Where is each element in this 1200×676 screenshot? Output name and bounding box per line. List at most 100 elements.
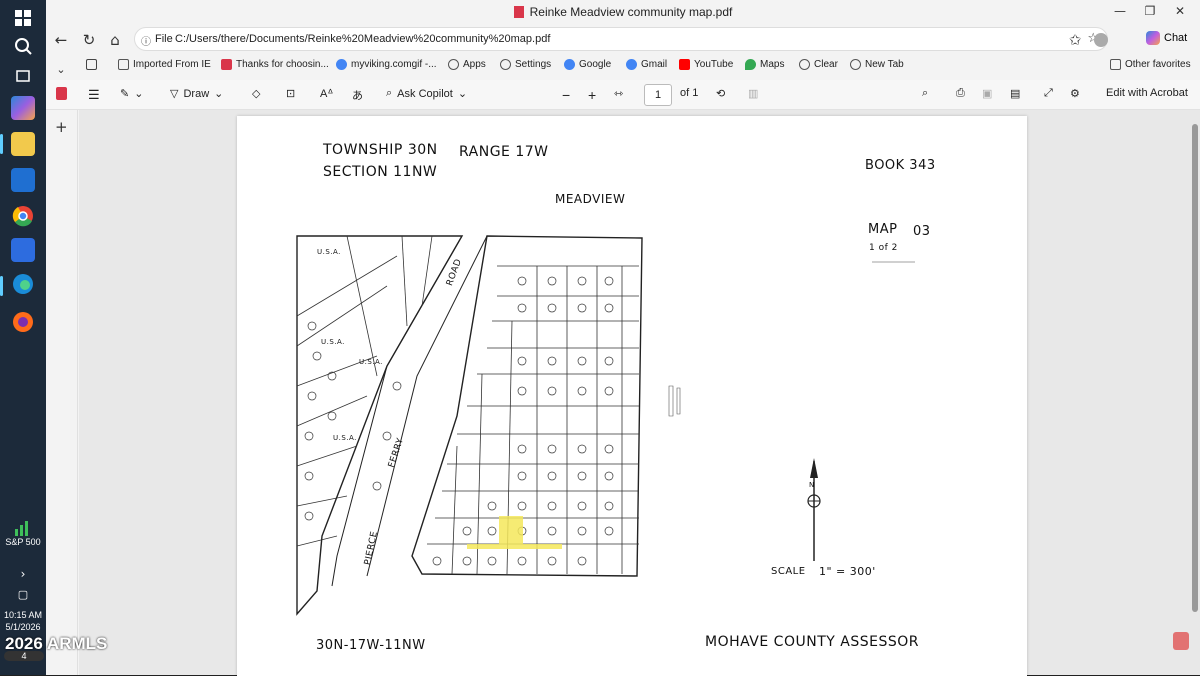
globe-icon (500, 59, 511, 70)
text-box-icon[interactable]: ⊡ (286, 87, 295, 100)
fav-item-settings[interactable]: Settings (500, 59, 551, 70)
parcel-map-drawing (296, 235, 915, 616)
pdf-page: TOWNSHIP 30N RANGE 17W SECTION 11NW BOOK… (237, 116, 1027, 676)
rotate-icon[interactable]: ⟲ (716, 87, 725, 100)
other-favorites[interactable]: Other favorites (1110, 59, 1191, 70)
active-indicator (0, 134, 3, 154)
translate-icon[interactable]: あ (352, 87, 363, 103)
fav-item-youtube[interactable]: YouTube (679, 59, 733, 70)
fullscreen-icon[interactable]: ⤢ (1044, 87, 1053, 100)
fav-label: New Tab (865, 59, 904, 70)
ask-copilot-button[interactable]: ⌕ Ask Copilot ⌄ (386, 87, 467, 100)
profile-avatar-icon[interactable] (1090, 29, 1112, 51)
chrome-icon[interactable] (11, 204, 35, 228)
home-button[interactable]: ⌂ (104, 29, 126, 51)
pdf-side-panel: + (46, 110, 78, 675)
chat-button[interactable]: Chat (1146, 31, 1187, 45)
copilot-icon[interactable] (11, 96, 35, 120)
settings-gear-icon[interactable]: ⚙ (1070, 87, 1080, 100)
close-button[interactable]: ✕ (1170, 4, 1190, 22)
maps-icon (745, 59, 756, 70)
print-icon[interactable]: ⎙ (956, 87, 965, 100)
outlook-icon[interactable] (11, 168, 35, 192)
fav-item-imported-ie[interactable]: Imported From IE (118, 59, 211, 70)
save-icon[interactable]: ▣ (982, 87, 992, 100)
firefox-icon[interactable] (11, 310, 35, 334)
file-explorer-icon[interactable] (11, 132, 35, 156)
eraser-icon[interactable]: ◇ (252, 87, 260, 100)
maximize-button[interactable]: ❐ (1140, 4, 1160, 22)
highlighted-street (467, 544, 562, 549)
fav-label: Gmail (641, 59, 668, 70)
address-bar[interactable]: ⓘ File C:/Users/there/Documents/Reinke%2… (134, 27, 1108, 51)
scale-label: SCALE (771, 566, 806, 577)
pdf-icon[interactable] (56, 87, 67, 100)
clock-date[interactable]: 5/1/2026 (0, 622, 46, 632)
fit-page-icon[interactable]: ⇿ (614, 87, 623, 100)
save-as-icon[interactable]: ▤ (1010, 87, 1020, 100)
window-title-text: Reinke Meadview community map.pdf (529, 5, 733, 19)
draw-tool[interactable]: ▽ Draw ⌄ (170, 87, 223, 101)
fav-label: Apps (463, 59, 486, 70)
folder-icon (118, 59, 129, 70)
add-icon[interactable]: + (55, 118, 68, 136)
fav-label: Google (579, 59, 612, 70)
clock-time[interactable]: 10:15 AM (0, 610, 46, 620)
edge-icon[interactable] (11, 272, 35, 296)
back-button[interactable]: ← (50, 29, 72, 51)
page-view-icon[interactable]: ▥ (748, 87, 758, 100)
favorites-bar: Imported From IE Thanks for choosin... m… (46, 55, 1200, 77)
info-icon[interactable]: ⓘ (141, 33, 151, 48)
other-favorites-label: Other favorites (1125, 59, 1191, 70)
youtube-icon (679, 59, 690, 70)
reading-list-icon[interactable] (86, 59, 97, 70)
sway-icon[interactable] (11, 238, 35, 262)
fav-item-apps[interactable]: Apps (448, 59, 486, 70)
title-bar: Reinke Meadview community map.pdf — ❐ ✕ (46, 0, 1200, 26)
fav-item-thanks[interactable]: Thanks for choosin... (221, 59, 329, 70)
page-number-input[interactable]: 1 (644, 84, 672, 106)
chevron-down-icon: ⌄ (134, 88, 144, 100)
footer-code: 30N-17W-11NW (316, 638, 426, 653)
copilot-chat-icon (1146, 31, 1160, 45)
system-tray-icon[interactable]: ▢ (11, 582, 35, 606)
window-title: Reinke Meadview community map.pdf (46, 5, 1200, 19)
fav-item-new-tab[interactable]: New Tab (850, 59, 904, 70)
read-aloud-icon[interactable]: Aᐞ (320, 87, 333, 100)
pdf-viewer[interactable]: TOWNSHIP 30N RANGE 17W SECTION 11NW BOOK… (79, 110, 1200, 676)
vertical-scrollbar[interactable] (1192, 124, 1198, 612)
favorites-icon[interactable]: ✩ (1064, 29, 1086, 51)
refresh-button[interactable]: ↻ (78, 29, 100, 51)
windows-start-icon[interactable] (11, 6, 35, 30)
page-of-label: 1 of 2 (869, 243, 898, 253)
address-scheme-label: File (155, 33, 173, 45)
minimize-button[interactable]: — (1110, 4, 1130, 22)
contents-icon[interactable]: ☰ (88, 87, 100, 103)
zoom-out-button[interactable]: − (562, 87, 570, 103)
globe-icon (799, 59, 810, 70)
fav-item-maps[interactable]: Maps (745, 59, 784, 70)
address-url[interactable]: C:/Users/there/Documents/Reinke%20Meadvi… (175, 33, 550, 45)
highlight-tool[interactable]: ✎ ⌄ (120, 87, 143, 100)
zoom-in-button[interactable]: + (588, 87, 596, 103)
edit-with-acrobat-button[interactable]: Edit with Acrobat (1106, 87, 1188, 99)
fav-label: YouTube (694, 59, 734, 70)
fav-label: Thanks for choosin... (236, 59, 329, 70)
task-view-icon[interactable] (11, 64, 35, 88)
fav-item-myviking[interactable]: myviking.comgif -... (336, 59, 437, 70)
fav-item-google[interactable]: Google (564, 59, 611, 70)
taskbar: S&P 500 › ▢ 10:15 AM 5/1/2026 4 (0, 0, 46, 675)
fav-item-gmail[interactable]: Gmail (626, 59, 667, 70)
usa-label-4: U.S.A. (333, 434, 357, 442)
find-icon[interactable]: ⌕ (922, 87, 928, 100)
section-label: SECTION 11NW (323, 164, 438, 180)
fav-label: Clear (814, 59, 838, 70)
search-icon[interactable] (11, 34, 35, 58)
acrobat-icon[interactable] (1173, 632, 1189, 650)
google-icon (564, 59, 575, 70)
usa-label-2: U.S.A. (321, 338, 345, 346)
range-label: RANGE 17W (459, 144, 549, 160)
ask-copilot-label: Ask Copilot (397, 87, 453, 100)
brand-icon (221, 59, 232, 70)
fav-item-clear[interactable]: Clear (799, 59, 838, 70)
